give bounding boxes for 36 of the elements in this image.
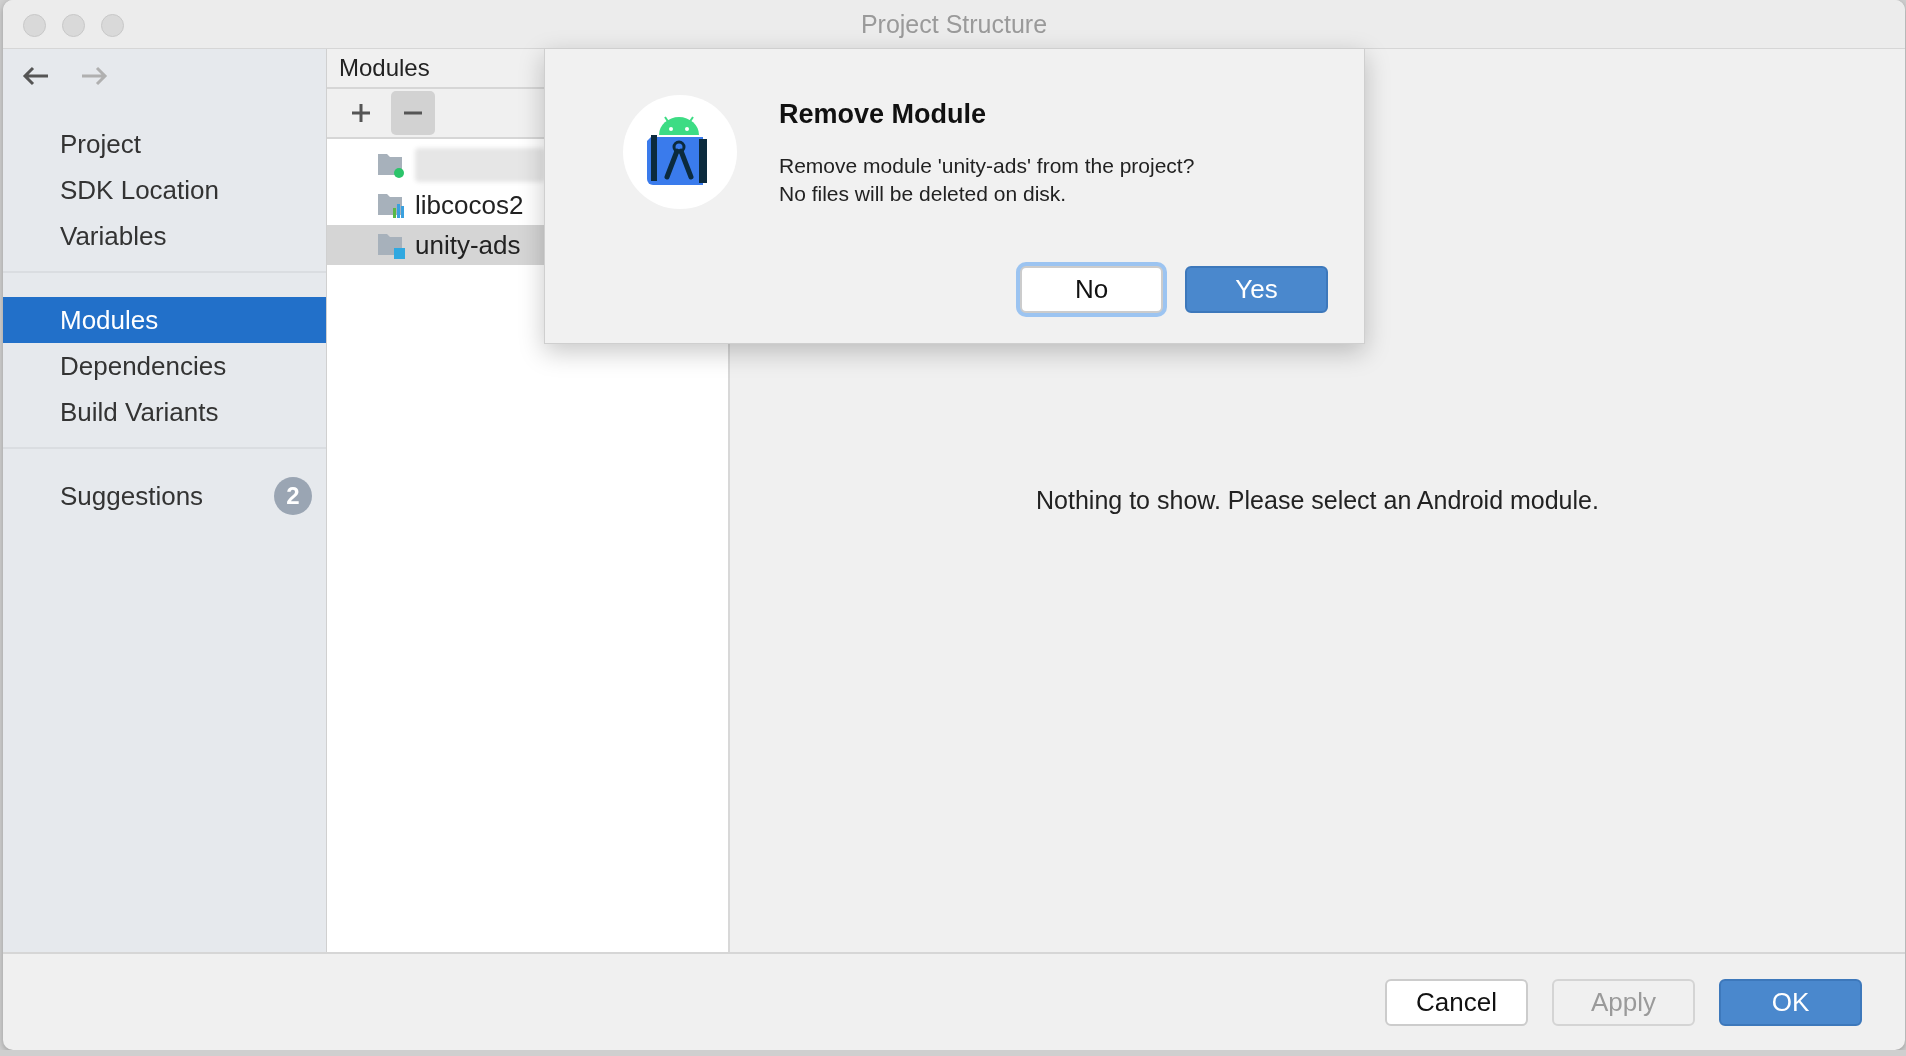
window-control-button[interactable]: [101, 14, 124, 37]
sidebar-item-label: Suggestions: [60, 480, 204, 512]
folder-icon: [377, 231, 407, 259]
logo-icon: [623, 95, 737, 209]
sidebar-item-label: Dependencies: [60, 350, 227, 382]
sidebar-item[interactable]: Modules: [3, 297, 326, 343]
remove-button[interactable]: [391, 91, 435, 135]
dialog-button[interactable]: OK: [1719, 978, 1862, 1026]
window-control-button[interactable]: [62, 14, 85, 37]
minus-icon: [403, 111, 423, 115]
dialog-message: No files will be deleted on disk.: [779, 181, 1068, 207]
count-badge: 2: [274, 477, 312, 515]
folder-icon: [377, 191, 407, 219]
sidebar-item[interactable]: Dependencies: [3, 343, 326, 389]
dialog-title: Remove Module: [779, 99, 988, 130]
empty-message: Nothing to show. Please select an Android module.: [1036, 486, 1599, 515]
sidebar-item-label: Variables: [60, 220, 167, 252]
sidebar-item[interactable]: Build Variants: [3, 389, 326, 435]
folder-icon: [377, 151, 407, 179]
dialog-message: Remove module 'unity-ads' from the project?: [779, 153, 1196, 179]
sidebar-item-label: Modules: [60, 304, 159, 336]
module-name: libcocos2: [415, 189, 524, 221]
sidebar-item-label: Build Variants: [60, 396, 219, 428]
sidebar-item[interactable]: Project: [3, 121, 326, 167]
sidebar-item-label: Project: [60, 128, 141, 160]
sidebar-item-label: SDK Location: [60, 174, 219, 206]
dialog-button[interactable]: Cancel: [1385, 978, 1528, 1026]
window-control-button[interactable]: [23, 14, 46, 37]
module-row[interactable]: libcocos2: [327, 185, 728, 225]
module-name: unity-ads: [415, 229, 521, 261]
window-title: Project Structure: [860, 9, 1048, 39]
dialog-button[interactable]: Yes: [1185, 266, 1328, 313]
sidebar-item[interactable]: SDK Location: [3, 167, 326, 213]
plus-icon: [351, 103, 371, 123]
sidebar-item[interactable]: Suggestions 2: [3, 473, 326, 519]
sidebar-item[interactable]: Variables: [3, 213, 326, 259]
